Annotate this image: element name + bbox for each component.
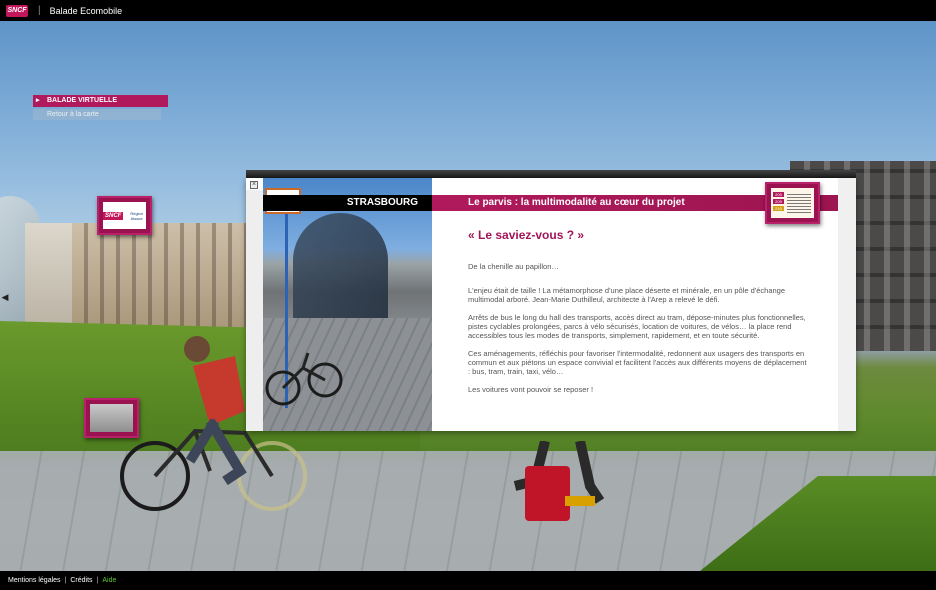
panel-content: « Le saviez-vous ? » De la chenille au p… bbox=[468, 228, 808, 403]
footer-separator: | bbox=[96, 577, 99, 584]
photo-glass-dome bbox=[293, 213, 388, 323]
timetable-document-icon[interactable]: 205 209 210 bbox=[765, 182, 820, 224]
pan-left-arrow-icon[interactable]: ◀ bbox=[0, 286, 10, 308]
doc-text-lines bbox=[787, 192, 811, 214]
panel-left-strip bbox=[246, 190, 263, 431]
hotspot-sncf-region-image: SNCF Région Alsace bbox=[103, 202, 146, 229]
city-label: STRASBOURG bbox=[263, 195, 432, 211]
legal-link[interactable]: Mentions légales bbox=[8, 577, 61, 584]
hotspot-sncf-region[interactable]: SNCF Région Alsace bbox=[97, 196, 152, 235]
walker-figure bbox=[513, 441, 605, 521]
photo-bicycles bbox=[265, 352, 343, 406]
panel-right-strip bbox=[838, 178, 856, 431]
region-alsace-logo: Région Alsace bbox=[130, 210, 144, 221]
top-bar: SNCF | Balade Ecomobile bbox=[0, 0, 936, 21]
hotspot-bike-parking[interactable] bbox=[84, 398, 139, 438]
header-separator: | bbox=[38, 5, 41, 16]
menu-balade-virtuelle[interactable]: BALADE VIRTUELLE bbox=[33, 95, 168, 107]
timetable-document-image: 205 209 210 bbox=[771, 188, 814, 218]
menu-retour-carte[interactable]: Retour à la carte bbox=[33, 109, 161, 120]
close-icon[interactable]: × bbox=[250, 181, 258, 189]
paragraph: Les voitures vont pouvoir se reposer ! bbox=[468, 385, 594, 394]
sncf-logo[interactable]: SNCF bbox=[6, 4, 28, 17]
doc-tag: 210 bbox=[773, 206, 784, 211]
hotspot-bike-parking-image bbox=[90, 404, 133, 432]
building-center bbox=[72, 223, 252, 333]
app-title: Balade Ecomobile bbox=[49, 5, 123, 16]
panel-top-edge bbox=[246, 170, 856, 178]
credits-link[interactable]: Crédits bbox=[70, 577, 92, 584]
paragraph: L'enjeu était de taille ! La métamorphos… bbox=[468, 286, 786, 304]
footer-separator: | bbox=[64, 577, 67, 584]
paragraph: De la chenille au papillon… bbox=[468, 262, 559, 271]
help-link[interactable]: Aide bbox=[102, 577, 116, 584]
section-heading: « Le saviez-vous ? » bbox=[468, 228, 585, 242]
doc-tag: 209 bbox=[773, 199, 784, 204]
doc-tag: 205 bbox=[773, 192, 784, 197]
paragraph: Arrêts de bus le long du hall des transp… bbox=[468, 313, 806, 340]
paragraph: Ces aménagements, réfléchis pour favoris… bbox=[468, 349, 807, 376]
info-panel: × STRASBOURG Le parvis : la multimodalit… bbox=[246, 178, 856, 431]
parvis-photo bbox=[263, 178, 432, 431]
mini-sncf-logo: SNCF bbox=[103, 211, 124, 220]
footer-bar: Mentions légales | Crédits | Aide bbox=[0, 571, 936, 590]
